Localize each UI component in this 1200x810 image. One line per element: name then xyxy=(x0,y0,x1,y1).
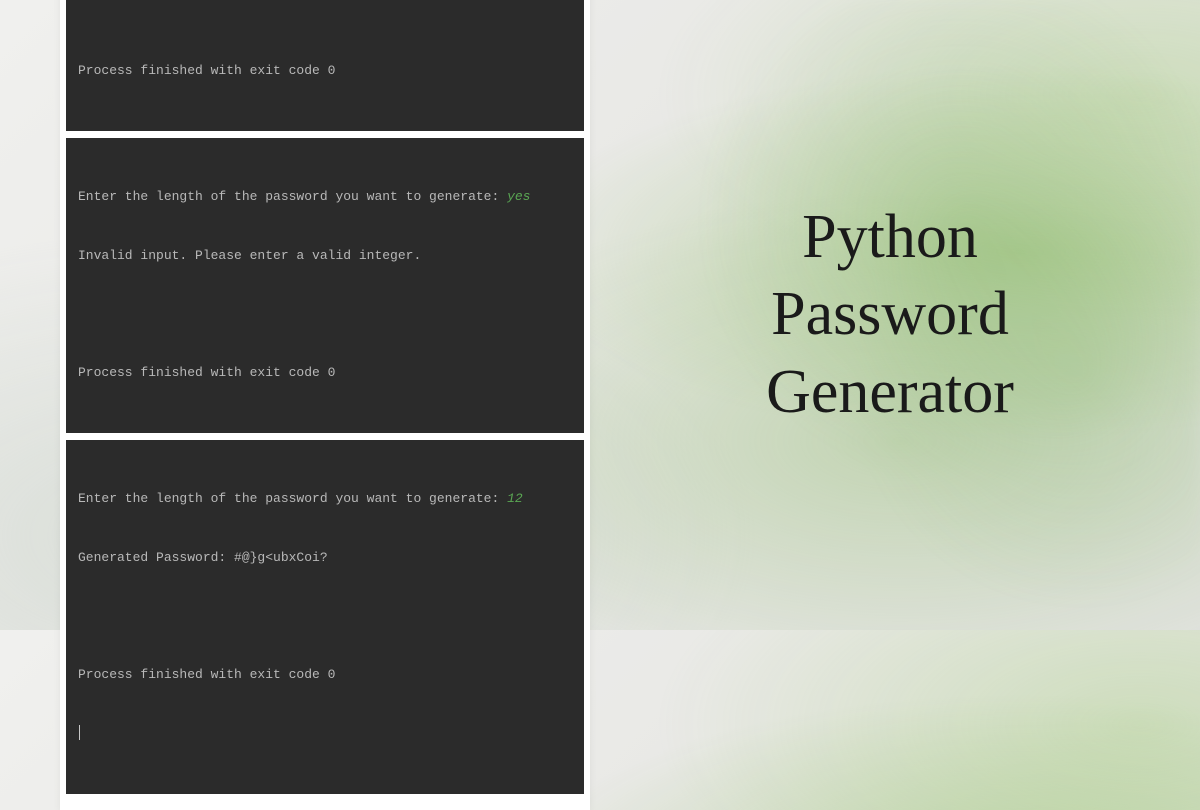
user-input: yes xyxy=(507,189,530,204)
exit-text: Process finished with exit code 0 xyxy=(78,363,572,383)
title-line-3: Generator xyxy=(766,358,1014,426)
terminal-line: Enter the length of the password you wan… xyxy=(78,187,572,207)
title-line-1: Python xyxy=(802,203,978,271)
response-text: Generated Password: #@}g<ubxCoi? xyxy=(78,548,572,568)
exit-text: Process finished with exit code 0 xyxy=(78,61,572,81)
cursor-icon xyxy=(79,725,80,740)
cursor-line xyxy=(78,723,572,743)
exit-text: Process finished with exit code 0 xyxy=(78,665,572,685)
blank-line xyxy=(78,606,572,626)
response-text: Invalid input. Please enter a valid inte… xyxy=(78,246,572,266)
title-line-2: Password xyxy=(771,280,1009,348)
terminal-output-2: Enter the length of the password you wan… xyxy=(66,138,584,433)
prompt-text: Enter the length of the password you wan… xyxy=(78,189,507,204)
blank-line xyxy=(78,304,572,324)
prompt-text: Enter the length of the password you wan… xyxy=(78,491,507,506)
terminal-output-1: Enter the length of the password you wan… xyxy=(66,0,584,131)
blank-line xyxy=(78,2,572,22)
terminal-line: Enter the length of the password you wan… xyxy=(78,489,572,509)
terminal-output-3: Enter the length of the password you wan… xyxy=(66,440,584,794)
title-area: Python Password Generator xyxy=(660,199,1140,432)
terminal-stack: Enter the length of the password you wan… xyxy=(60,0,590,810)
user-input: 12 xyxy=(507,491,523,506)
main-container: Enter the length of the password you wan… xyxy=(0,0,1200,810)
page-title: Python Password Generator xyxy=(660,199,1120,432)
